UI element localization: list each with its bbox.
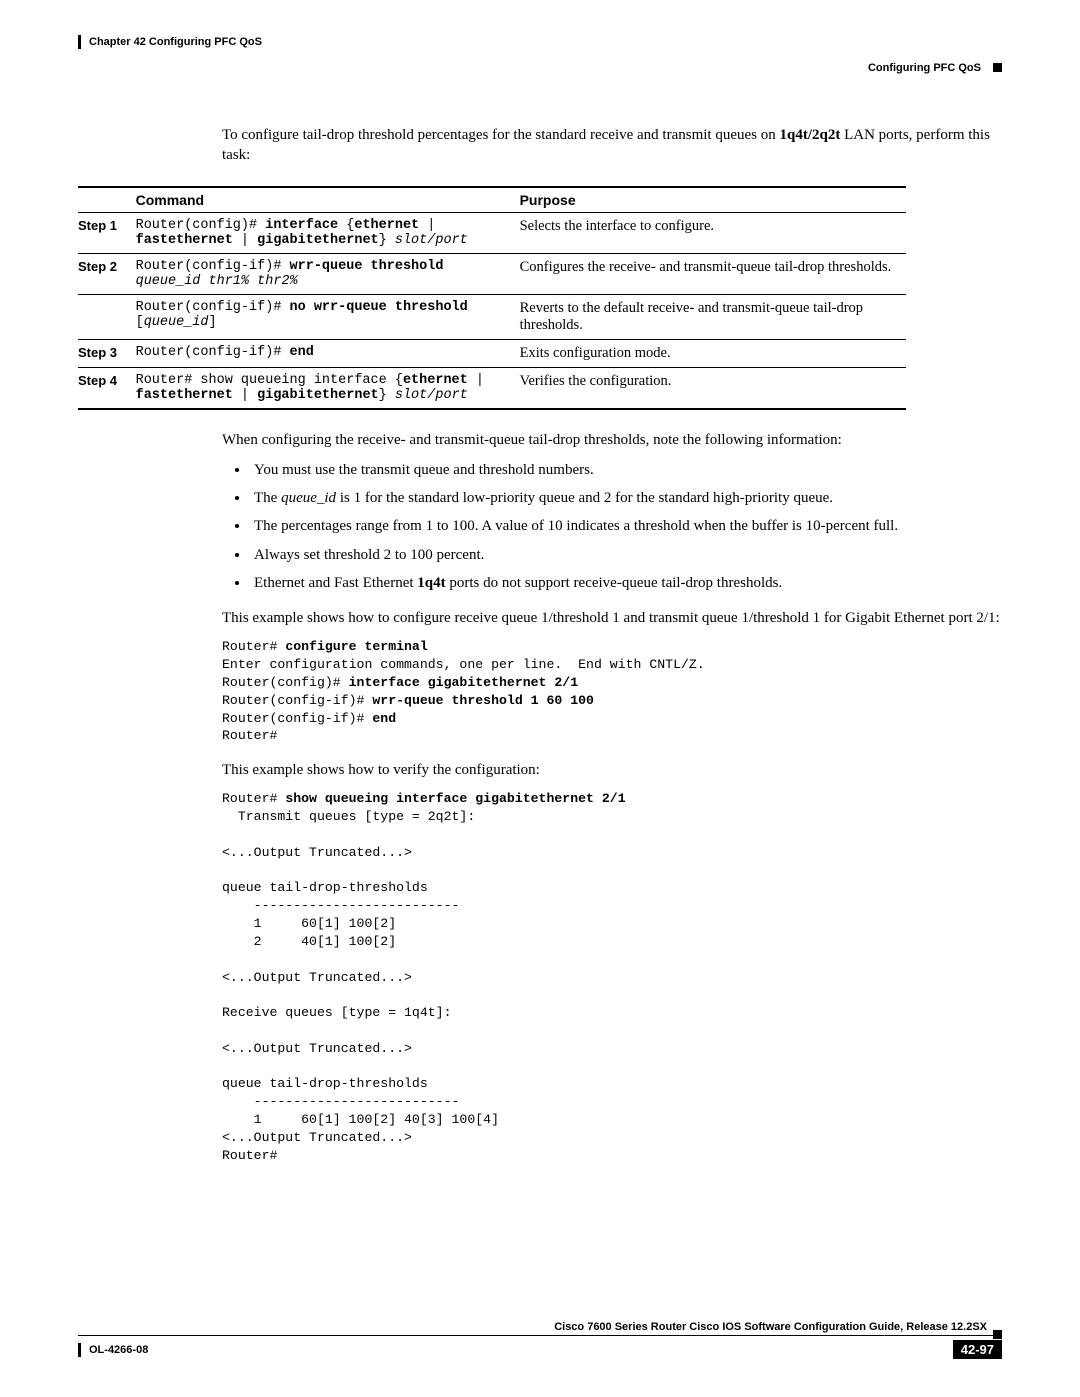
step-cell: Step 1 [78,213,136,254]
list-item: Always set threshold 2 to 100 percent. [250,545,1002,565]
purpose-cell: Reverts to the default receive- and tran… [520,295,906,340]
running-header: Chapter 42 Configuring PFC QoS Configuri… [78,35,1002,75]
col-purpose: Purpose [520,188,906,213]
footer-doc: OL-4266-08 [78,1343,148,1357]
command-cell: Router(config-if)# no wrr-queue threshol… [136,295,520,340]
step-cell: Step 3 [78,340,136,368]
purpose-cell: Configures the receive- and transmit-que… [520,254,906,295]
example1-block: Router# configure terminal Enter configu… [222,638,1002,745]
list-item: The percentages range from 1 to 100. A v… [250,516,1002,536]
footer-guide-row: Cisco 7600 Series Router Cisco IOS Softw… [78,1321,1002,1336]
footer-square-icon [993,1330,1002,1339]
header-square-icon [993,63,1002,72]
footer-bottom-row: OL-4266-08 42-97 [78,1340,1002,1359]
body: To configure tail-drop threshold percent… [222,125,1002,1164]
purpose-cell: Verifies the configuration. [520,368,906,409]
intro-a: To configure tail-drop threshold percent… [222,127,780,143]
footer-guide: Cisco 7600 Series Router Cisco IOS Softw… [554,1321,987,1333]
page: Chapter 42 Configuring PFC QoS Configuri… [0,0,1080,1397]
col-command: Command [136,188,520,213]
footer: Cisco 7600 Series Router Cisco IOS Softw… [78,1321,1002,1359]
intro-b: 1q4t/2q2t [780,127,841,143]
list-item: The queue_id is 1 for the standard low-p… [250,488,1002,508]
col-step [78,188,136,213]
example1-intro: This example shows how to configure rece… [222,608,1002,628]
command-cell: Router(config-if)# end [136,340,520,368]
table-row: Step 4Router# show queueing interface {e… [78,368,906,409]
purpose-cell: Selects the interface to configure. [520,213,906,254]
section-label: Configuring PFC QoS [868,61,989,75]
chapter-label: Chapter 42 Configuring PFC QoS [78,35,1002,49]
bullet-list: You must use the transmit queue and thre… [222,460,1002,593]
step-cell [78,295,136,340]
step-cell: Step 4 [78,368,136,409]
command-table: Command Purpose Step 1Router(config)# in… [78,186,906,410]
example2-block: Router# show queueing interface gigabite… [222,790,1002,1164]
table-row: Step 2Router(config-if)# wrr-queue thres… [78,254,906,295]
list-item: You must use the transmit queue and thre… [250,460,1002,480]
list-item: Ethernet and Fast Ethernet 1q4t ports do… [250,573,1002,593]
command-cell: Router(config)# interface {ethernet | fa… [136,213,520,254]
table-row: Router(config-if)# no wrr-queue threshol… [78,295,906,340]
intro-paragraph: To configure tail-drop threshold percent… [222,125,1002,166]
note-intro: When configuring the receive- and transm… [222,430,1002,450]
step-cell: Step 2 [78,254,136,295]
table-header-row: Command Purpose [78,188,906,213]
table-rule-bottom [78,409,906,410]
purpose-cell: Exits configuration mode. [520,340,906,368]
example2-intro: This example shows how to verify the con… [222,760,1002,780]
page-number: 42-97 [953,1340,1002,1359]
command-cell: Router(config-if)# wrr-queue threshold q… [136,254,520,295]
table-row: Step 3Router(config-if)# endExits config… [78,340,906,368]
table-row: Step 1Router(config)# interface {etherne… [78,213,906,254]
command-cell: Router# show queueing interface {etherne… [136,368,520,409]
section-label-row: Configuring PFC QoS [78,61,1002,75]
